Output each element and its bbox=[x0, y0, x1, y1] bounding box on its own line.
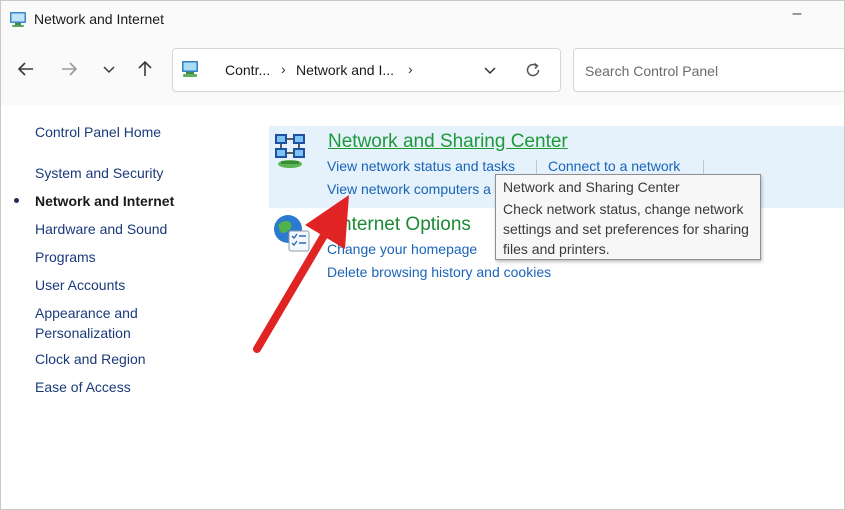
sidebar: Control Panel Home System and Security N… bbox=[1, 105, 251, 505]
network-sharing-center-title[interactable]: Network and Sharing Center bbox=[328, 131, 568, 153]
navigation-bar: Contr... › Network and I... › bbox=[1, 37, 844, 105]
annotation-arrow-icon bbox=[253, 195, 349, 353]
network-folder-icon bbox=[10, 12, 26, 27]
sidebar-item-appearance-and-personalization-line2[interactable]: Personalization bbox=[35, 323, 131, 343]
recent-locations-button[interactable] bbox=[94, 54, 124, 84]
arrow-left-icon bbox=[17, 62, 33, 76]
task-separator bbox=[703, 160, 704, 174]
search-input[interactable] bbox=[583, 59, 837, 83]
chevron-down-icon bbox=[103, 66, 115, 74]
breadcrumb-separator[interactable]: › bbox=[408, 61, 413, 77]
current-item-bullet bbox=[14, 198, 19, 203]
minimize-button[interactable]: – bbox=[787, 5, 807, 29]
sidebar-item-programs[interactable]: Programs bbox=[35, 247, 96, 267]
network-sharing-icon bbox=[275, 134, 305, 168]
sidebar-item-system-and-security[interactable]: System and Security bbox=[35, 163, 163, 183]
chevron-down-icon bbox=[484, 67, 496, 75]
control-panel-icon bbox=[182, 61, 198, 77]
tooltip-title: Network and Sharing Center bbox=[503, 179, 680, 195]
arrow-up-icon bbox=[138, 60, 152, 76]
sidebar-item-network-and-internet[interactable]: Network and Internet bbox=[35, 191, 174, 211]
forward-button[interactable] bbox=[54, 54, 84, 84]
tooltip: Network and Sharing Center Check network… bbox=[495, 174, 761, 260]
sidebar-item-hardware-and-sound[interactable]: Hardware and Sound bbox=[35, 219, 167, 239]
breadcrumb-network-and-internet[interactable]: Network and I... bbox=[296, 62, 394, 78]
sidebar-item-appearance-and-personalization[interactable]: Appearance and bbox=[35, 303, 138, 323]
address-dropdown-button[interactable] bbox=[478, 59, 502, 81]
back-button[interactable] bbox=[11, 54, 41, 84]
breadcrumb-control-panel[interactable]: Contr... bbox=[225, 62, 270, 78]
sidebar-item-ease-of-access[interactable]: Ease of Access bbox=[35, 377, 131, 397]
refresh-icon bbox=[526, 62, 540, 77]
view-network-status-link[interactable]: View network status and tasks bbox=[327, 158, 515, 174]
window-title: Network and Internet bbox=[34, 11, 164, 27]
title-bar: Network and Internet – bbox=[1, 1, 844, 37]
task-separator bbox=[536, 160, 537, 174]
sidebar-item-user-accounts[interactable]: User Accounts bbox=[35, 275, 125, 295]
tooltip-body: Check network status, change network set… bbox=[503, 201, 749, 257]
arrow-right-icon bbox=[62, 62, 78, 76]
search-box[interactable] bbox=[573, 48, 844, 92]
sidebar-item-clock-and-region[interactable]: Clock and Region bbox=[35, 349, 146, 369]
sidebar-item-control-panel-home[interactable]: Control Panel Home bbox=[35, 122, 161, 142]
connect-to-network-link[interactable]: Connect to a network bbox=[548, 158, 680, 174]
address-bar[interactable]: Contr... › Network and I... › bbox=[172, 48, 561, 92]
breadcrumb-separator[interactable]: › bbox=[281, 61, 286, 77]
up-button[interactable] bbox=[130, 54, 160, 84]
control-panel-window: Network and Internet – Contr... › Networ… bbox=[0, 0, 845, 510]
refresh-button[interactable] bbox=[521, 59, 545, 81]
